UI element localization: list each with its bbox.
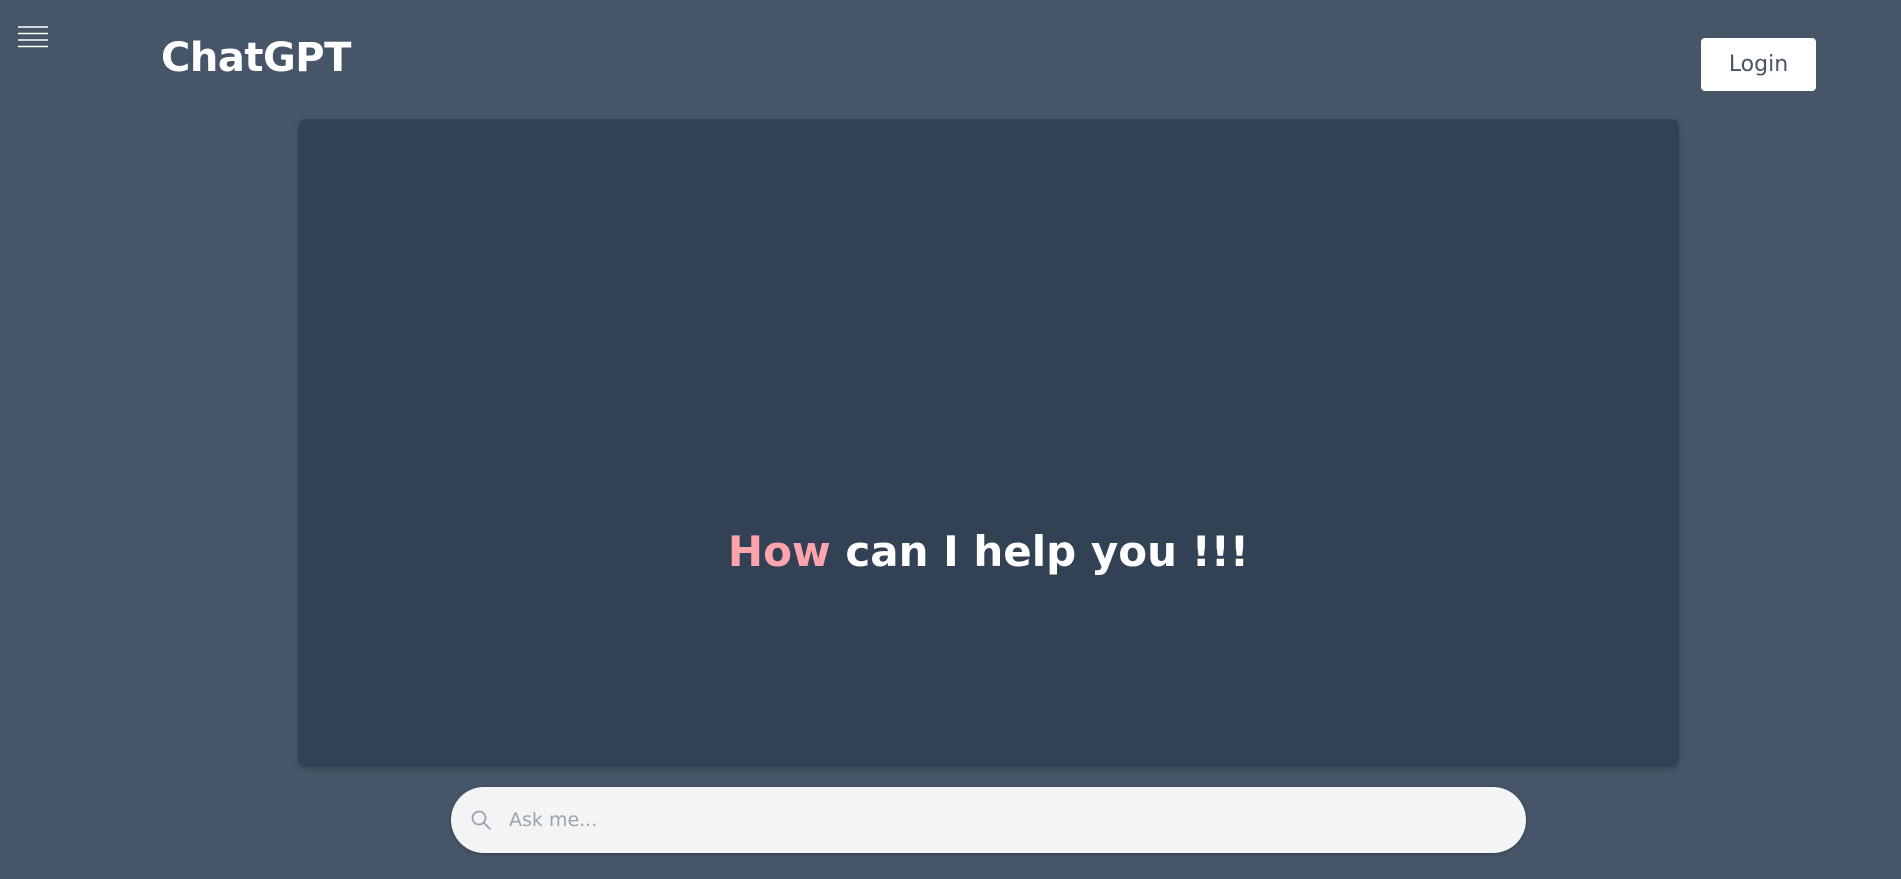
greeting-accent-word: How [727,527,831,576]
hamburger-menu-button[interactable] [17,24,49,50]
brand-title: ChatGPT [161,35,351,81]
search-bar[interactable] [451,787,1526,853]
search-input[interactable] [509,787,1499,853]
app-page: ChatGPT Login How can I help you !!! [0,0,1901,879]
chat-panel: How can I help you !!! [298,119,1679,767]
hamburger-menu-icon [18,26,48,48]
login-button[interactable]: Login [1701,38,1816,91]
greeting-heading: How can I help you !!! [298,524,1679,580]
greeting-text: can I help you !!! [845,527,1250,576]
search-icon [471,810,491,830]
